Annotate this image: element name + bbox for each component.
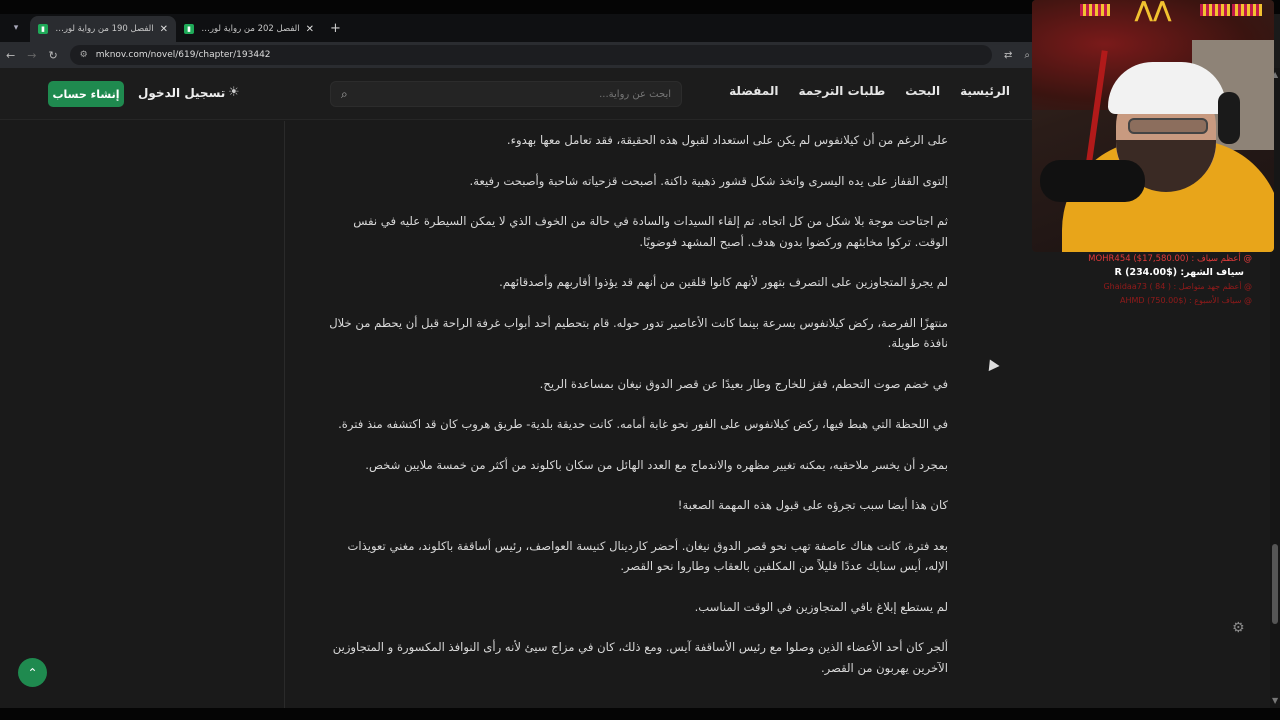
paragraph: إلتوى القفاز على يده اليسرى واتخذ شكل قش…	[469, 173, 948, 188]
search-input[interactable]	[355, 88, 671, 100]
browser-tab-inactive[interactable]: ▮ الفصل 202 من رواية لورد الغوامض ✕	[176, 16, 322, 42]
month-donor-line: سياف الشهر: ($234.00) R	[1114, 267, 1244, 278]
overlay-decoration	[1080, 4, 1110, 16]
nav-home-link[interactable]: الرئيسية	[960, 84, 1010, 98]
donation-overlay: @ أعظم سياف : MOHR454 ($17,580.00) سياف …	[1062, 252, 1252, 308]
site-header: الرئيسية البحث طلبات الترجمة المفضلة ⌕ ☀…	[0, 68, 1040, 120]
login-link[interactable]: تسجيل الدخول	[138, 86, 225, 100]
search-icon[interactable]: ⌕	[341, 87, 348, 102]
overlay-decoration	[1200, 4, 1230, 16]
browser-tab-bar: ▾ ▮ الفصل 190 من رواية لورد الغوامض ✕ ▮ …	[0, 14, 1040, 42]
faint-donor-line: @ أعظم جهد متواصل : Ghaidaa73 ( 84 )	[1103, 282, 1252, 291]
translate-icon[interactable]: ⇄	[1004, 50, 1012, 61]
main-nav: الرئيسية البحث طلبات الترجمة المفضلة	[729, 84, 1010, 98]
paragraph: منتهزًا الفرصة، ركض كيلانفوس بسرعة بينما…	[329, 315, 948, 351]
address-bar[interactable]: ⚙ mknov.com/novel/619/chapter/193442	[69, 45, 992, 65]
zoom-icon[interactable]: ⌕	[1024, 50, 1030, 61]
theme-toggle-sun-icon[interactable]: ☀	[228, 85, 240, 100]
paragraph: ألجر كان أحد الأعضاء الذين وصلوا مع رئيس…	[332, 640, 948, 675]
close-tab-icon[interactable]: ✕	[160, 24, 168, 35]
reader-settings-gear-icon[interactable]: ⚙	[1232, 620, 1245, 636]
tab-title: الفصل 202 من رواية لورد الغوامض	[200, 24, 300, 34]
bottom-strip	[0, 708, 1280, 720]
paragraph: بمجرد أن يخسر ملاحقيه، يمكنه تغيير مظهره…	[365, 457, 948, 472]
back-icon[interactable]: ←	[6, 49, 15, 62]
site-favicon-icon: ▮	[184, 24, 194, 34]
paragraph: لم يستطع إبلاغ باقي المتجاوزين في الوقت …	[694, 599, 948, 614]
screen: ▾ ▮ الفصل 190 من رواية لورد الغوامض ✕ ▮ …	[0, 0, 1280, 720]
new-tab-button[interactable]: +	[330, 21, 341, 36]
headphone	[1218, 92, 1240, 144]
forward-icon[interactable]: →	[27, 49, 36, 62]
nav-favorites-link[interactable]: المفضلة	[729, 84, 778, 98]
close-tab-icon[interactable]: ✕	[306, 24, 314, 35]
faint-donor-line: @ سياف الأسبوع : ($750.00) AHMD	[1120, 296, 1252, 305]
browser-tab-active[interactable]: ▮ الفصل 190 من رواية لورد الغوامض ✕	[30, 16, 176, 42]
tab-search-dropdown-icon[interactable]: ▾	[4, 16, 28, 40]
nav-search-link[interactable]: البحث	[905, 84, 940, 98]
paragraph: بعد فترة، كانت هناك عاصفة تهب نحو قصر ال…	[347, 538, 949, 574]
top-donor-line: @ أعظم سياف : MOHR454 ($17,580.00)	[1088, 254, 1252, 264]
paragraph: ثم اجتاحت موجة بلا شكل من كل اتجاه. تم إ…	[353, 214, 948, 249]
paragraph: في خضم صوت التحطم، قفز للخارج وطار بعيدً…	[539, 376, 948, 391]
paragraph: على الرغم من أن كيلانفوس لم يكن على استع…	[506, 133, 948, 147]
nav-translation-requests-link[interactable]: طلبات الترجمة	[798, 84, 885, 98]
microphone	[1040, 160, 1145, 202]
overlay-decoration	[1232, 4, 1262, 16]
paragraph: لم يجرؤ المتجاوزين على التصرف بتهور لأنه…	[499, 275, 948, 289]
paragraph: في اللحظة التي هبط فيها، ركض كيلانفوس عل…	[338, 417, 948, 431]
channel-logo-icon: ⋀⋀	[1134, 0, 1172, 23]
novel-search-box: ⌕	[330, 81, 682, 107]
streamer-webcam: ⋀⋀	[1032, 0, 1274, 252]
streamer-glasses	[1128, 118, 1208, 134]
url-text: mknov.com/novel/619/chapter/193442	[95, 50, 271, 60]
article-border	[284, 121, 285, 708]
tab-title: الفصل 190 من رواية لورد الغوامض	[54, 24, 154, 34]
paragraph: كان هذا أيضا سبب تجرؤه على قبول هذه المه…	[677, 498, 948, 512]
signup-button[interactable]: إنشاء حساب	[48, 81, 124, 107]
site-favicon-icon: ▮	[38, 24, 48, 34]
chapter-text: على الرغم من أن كيلانفوس لم يكن على استع…	[322, 130, 948, 698]
scroll-to-top-button[interactable]: ⌃	[18, 658, 47, 687]
reload-icon[interactable]: ↻	[48, 49, 57, 62]
scroll-down-arrow-icon[interactable]: ▼	[1272, 696, 1278, 705]
site-info-icon[interactable]: ⚙	[80, 50, 88, 60]
browser-toolbar: ← → ↻ ⚙ mknov.com/novel/619/chapter/1934…	[0, 42, 1040, 68]
scrollbar-thumb[interactable]	[1272, 544, 1278, 624]
